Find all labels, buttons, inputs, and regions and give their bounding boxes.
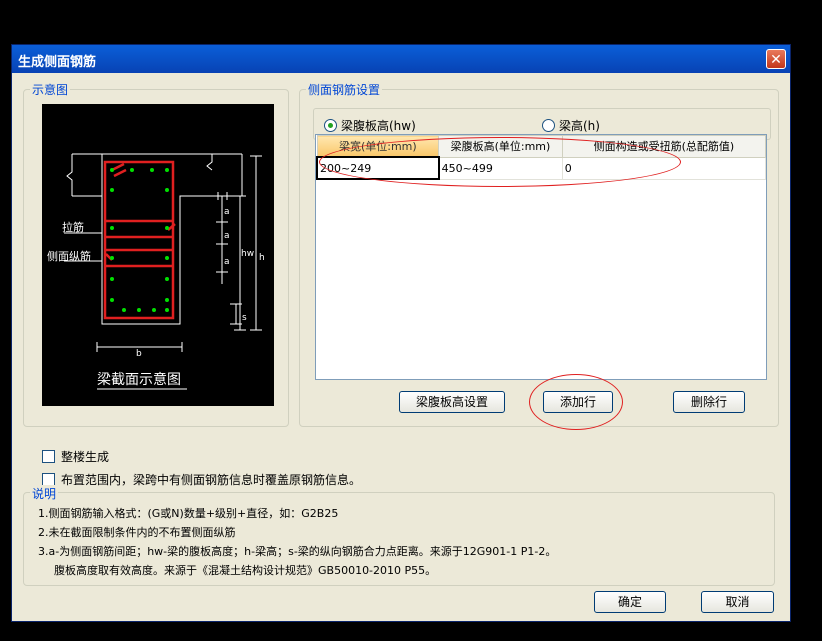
note-line-4: 腹板高度取有效高度。来源于《混凝土结构设计规范》GB50010-2010 P55… (54, 564, 437, 577)
settings-group-legend: 侧面钢筋设置 (308, 83, 381, 97)
beam-section-diagram: 拉筋 侧面纵筋 a a a s hw h b 梁截面示意图 (42, 104, 274, 406)
title-bar[interactable]: 生成侧面钢筋 ✕ (12, 45, 790, 73)
generate-side-rebar-dialog: 生成侧面钢筋 ✕ 示意图 拉筋 侧面纵筋 a a a s hw h b 梁截面示… (11, 44, 791, 622)
close-button[interactable]: ✕ (766, 49, 786, 69)
checkbox-box (42, 450, 55, 463)
label-a1: a (224, 207, 230, 217)
label-tie: 拉筋 (62, 220, 84, 234)
ok-button[interactable]: 确定 (594, 591, 666, 613)
dialog-title: 生成侧面钢筋 (18, 55, 97, 70)
annotation-ellipse-table (319, 137, 681, 187)
whole-building-checkbox[interactable]: 整楼生成 (42, 448, 109, 465)
whole-building-label: 整楼生成 (61, 450, 110, 464)
web-height-settings-button[interactable]: 梁腹板高设置 (399, 391, 505, 413)
overwrite-label: 布置范围内，梁跨中有侧面钢筋信息时覆盖原钢筋信息。 (61, 473, 362, 487)
note-line-3: 3.a-为侧面钢筋间距；hw-梁的腹板高度；h-梁高；s-梁的纵向钢筋合力点距离… (38, 545, 557, 558)
label-a3: a (224, 257, 230, 267)
label-b: b (136, 349, 142, 359)
radio-beam-height-label: 梁高(h) (559, 119, 600, 133)
radio-web-height-label: 梁腹板高(hw) (341, 119, 416, 133)
notes-group: 说明 1.侧面钢筋输入格式：(G或N)数量+级别+直径，如：G2B25 2.未在… (23, 485, 775, 586)
note-line-2: 2.未在截面限制条件内的不布置侧面纵筋 (38, 526, 236, 539)
label-a2: a (224, 231, 230, 241)
cancel-button[interactable]: 取消 (701, 591, 774, 613)
radio-selected-icon (324, 119, 337, 132)
diagram-group-legend: 示意图 (32, 83, 69, 97)
radio-beam-height[interactable]: 梁高(h) (542, 117, 600, 134)
label-hw: hw (241, 249, 254, 259)
radio-unselected-icon (542, 119, 555, 132)
label-side-bar: 侧面纵筋 (47, 249, 91, 263)
label-s: s (242, 313, 247, 323)
rebar-dots (110, 168, 169, 312)
notes-legend: 说明 (30, 485, 59, 502)
annotation-ellipse-add-row (529, 374, 623, 430)
radio-web-height[interactable]: 梁腹板高(hw) (324, 117, 416, 134)
label-h: h (259, 253, 265, 263)
overwrite-checkbox[interactable]: 布置范围内，梁跨中有侧面钢筋信息时覆盖原钢筋信息。 (42, 471, 361, 488)
note-line-1: 1.侧面钢筋输入格式：(G或N)数量+级别+直径，如：G2B25 (38, 507, 339, 520)
diagram-caption: 梁截面示意图 (97, 371, 181, 388)
delete-row-button[interactable]: 删除行 (673, 391, 745, 413)
